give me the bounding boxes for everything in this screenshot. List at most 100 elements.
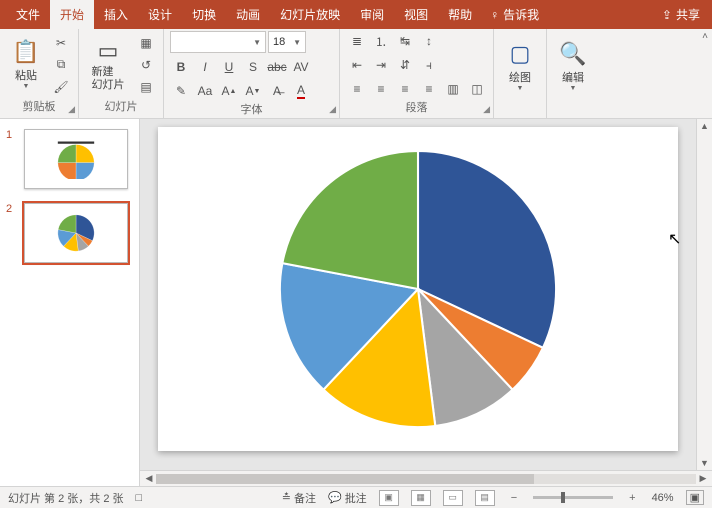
zoom-in-button[interactable]: + [625, 492, 639, 504]
highlight-button[interactable]: ✎ [170, 81, 192, 101]
decrease-indent-button[interactable]: ⇤ [346, 55, 368, 75]
line-spacing-button[interactable]: ↕ [418, 31, 440, 51]
pie-chart[interactable] [273, 144, 563, 434]
font-color-button[interactable]: A [290, 81, 312, 101]
tab-home[interactable]: 开始 [50, 0, 94, 29]
dialog-launcher-paragraph[interactable]: ◢ [483, 104, 490, 115]
spellcheck-icon[interactable]: □ [136, 492, 143, 504]
bullets-icon: ≣ [352, 34, 362, 48]
align-text-button[interactable]: ⫞ [418, 55, 440, 75]
section-icon: ▤ [140, 80, 151, 94]
indent-icon: ⇥ [376, 58, 386, 72]
collapse-ribbon-button[interactable]: ˄ [702, 31, 708, 42]
copy-icon: ⧉ [57, 57, 66, 72]
copy-button[interactable]: ⧉ [50, 55, 72, 75]
thumbnail-number: 1 [6, 129, 18, 141]
thumbnail-2[interactable]: 2 [6, 203, 133, 263]
thumbnail-1[interactable]: 1 [6, 129, 133, 189]
scroll-thumb[interactable] [156, 474, 534, 484]
underline-button[interactable]: U [218, 57, 240, 77]
cut-button[interactable]: ✂ [50, 33, 72, 53]
scroll-down-icon[interactable]: ▼ [700, 458, 709, 468]
slideshow-view-icon: ▤ [480, 492, 489, 503]
format-painter-button[interactable]: 🖌 [50, 77, 72, 97]
new-slide-button[interactable]: ▭ 新建 幻灯片 [85, 38, 131, 90]
editing-button[interactable]: 🔍 编辑 ▼ [553, 41, 593, 92]
tab-slideshow[interactable]: 幻灯片放映 [270, 0, 350, 29]
smartart-icon: ◫ [471, 82, 482, 96]
list-level-button[interactable]: ↹ [394, 31, 416, 51]
font-family-combo[interactable]: ▼ [170, 31, 266, 53]
increase-indent-button[interactable]: ⇥ [370, 55, 392, 75]
scroll-right-icon[interactable]: ▶ [696, 473, 710, 484]
notes-button[interactable]: ≛备注 [282, 490, 316, 506]
share-label: 共享 [676, 6, 700, 23]
new-slide-icon: ▭ [98, 38, 119, 64]
tab-transitions[interactable]: 切换 [182, 0, 226, 29]
reading-view-button[interactable]: ▭ [443, 490, 463, 506]
columns-button[interactable]: ▥ [442, 79, 464, 99]
paste-label: 粘贴 [15, 67, 37, 83]
spacing-button[interactable]: AV [290, 57, 312, 77]
comments-button[interactable]: 💬批注 [328, 490, 367, 506]
zoom-slider[interactable] [533, 496, 613, 499]
tab-file[interactable]: 文件 [6, 0, 50, 29]
bold-button[interactable]: B [170, 57, 192, 77]
tell-me[interactable]: ♀ 告诉我 [490, 6, 539, 23]
italic-button[interactable]: I [194, 57, 216, 77]
spacing-icon: AV [293, 60, 308, 74]
tell-me-label: 告诉我 [503, 6, 539, 23]
align-center-button[interactable]: ≡ [370, 79, 392, 99]
reset-button[interactable]: ↺ [135, 55, 157, 75]
justify-button[interactable]: ≡ [418, 79, 440, 99]
thumbnail-preview [24, 203, 128, 263]
scroll-left-icon[interactable]: ◀ [142, 473, 156, 484]
font-size-combo[interactable]: 18▼ [268, 31, 306, 53]
tab-view[interactable]: 视图 [394, 0, 438, 29]
drawing-label: 绘图 [509, 69, 531, 85]
bullets-button[interactable]: ≣ [346, 31, 368, 51]
dialog-launcher-clipboard[interactable]: ◢ [68, 104, 75, 115]
tab-insert[interactable]: 插入 [94, 0, 138, 29]
vertical-scrollbar[interactable]: ▲ ▼ [696, 119, 712, 470]
share-button[interactable]: ⇪ 共享 [656, 6, 706, 23]
grow-font-button[interactable]: A▲ [218, 81, 240, 101]
align-right-icon: ≡ [401, 82, 408, 96]
numbering-button[interactable]: ⒈ [370, 31, 392, 51]
zoom-out-button[interactable]: − [507, 492, 521, 504]
tab-animations[interactable]: 动画 [226, 0, 270, 29]
paste-button[interactable]: 📋 粘贴 ▼ [6, 39, 46, 90]
scroll-up-icon[interactable]: ▲ [700, 121, 709, 131]
text-direction-button[interactable]: ⇵ [394, 55, 416, 75]
shrink-font-button[interactable]: A▼ [242, 81, 264, 101]
fit-to-window-button[interactable]: ▣ [686, 490, 704, 505]
layout-button[interactable]: ▦ [135, 33, 157, 53]
chevron-down-icon: ▼ [253, 38, 261, 47]
tab-review[interactable]: 审阅 [350, 0, 394, 29]
section-button[interactable]: ▤ [135, 77, 157, 97]
zoom-thumb[interactable] [561, 492, 565, 503]
sorter-view-button[interactable]: ▦ [411, 490, 431, 506]
drawing-button[interactable]: ▢ 绘图 ▼ [500, 41, 540, 92]
reading-view-icon: ▭ [448, 492, 457, 503]
slide[interactable] [158, 127, 678, 451]
slideshow-view-button[interactable]: ▤ [475, 490, 495, 506]
tab-help[interactable]: 帮助 [438, 0, 482, 29]
zoom-level[interactable]: 46% [652, 492, 674, 504]
scroll-track[interactable] [156, 474, 696, 484]
change-case-button[interactable]: Aa [194, 81, 216, 101]
group-slides: ▭ 新建 幻灯片 ▦ ↺ ▤ 幻灯片 [79, 29, 164, 118]
smartart-button[interactable]: ◫ [466, 79, 488, 99]
slide-counter[interactable]: 幻灯片 第 2 张，共 2 张 [8, 490, 124, 506]
normal-view-button[interactable]: ▣ [379, 490, 399, 506]
dialog-launcher-font[interactable]: ◢ [329, 104, 336, 115]
tab-design[interactable]: 设计 [138, 0, 182, 29]
clear-format-button[interactable]: A̶ [266, 81, 288, 101]
align-right-button[interactable]: ≡ [394, 79, 416, 99]
notes-icon: ≛ [282, 491, 291, 504]
strike-button[interactable]: abc [266, 57, 288, 77]
shadow-button[interactable]: S [242, 57, 264, 77]
horizontal-scrollbar[interactable]: ◀ ▶ [140, 470, 712, 486]
align-left-button[interactable]: ≡ [346, 79, 368, 99]
slide-thumbnails-panel[interactable]: 1 2 [0, 119, 140, 486]
